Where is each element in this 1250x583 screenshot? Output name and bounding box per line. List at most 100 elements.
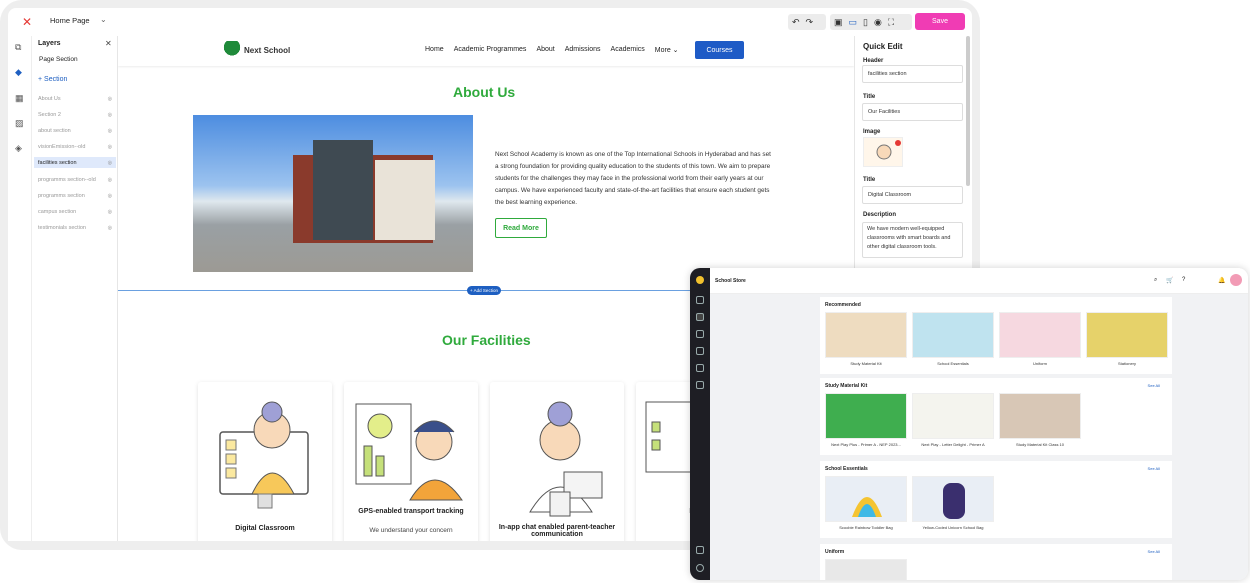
digital-classroom-illustration xyxy=(219,401,309,509)
fit-icon[interactable]: ▣ xyxy=(834,17,843,28)
product-image[interactable] xyxy=(912,476,994,522)
search-icon[interactable]: ⌕ xyxy=(1154,277,1157,284)
layer-item[interactable]: programms section--old ◎ xyxy=(34,174,116,185)
product-image[interactable] xyxy=(1086,312,1168,358)
image-icon[interactable]: ▨ xyxy=(15,118,24,129)
cart-icon[interactable]: 🛒 xyxy=(1166,277,1173,284)
about-paragraph: Next School Academy is known as one of t… xyxy=(495,151,771,206)
see-all-link[interactable]: See All xyxy=(1148,383,1160,388)
close-panel-icon[interactable]: ✕ xyxy=(105,39,112,48)
eye-icon[interactable]: ◎ xyxy=(108,177,112,183)
help-icon[interactable] xyxy=(696,564,704,572)
layer-item[interactable]: testimonials section ◎ xyxy=(34,222,116,233)
layer-item[interactable]: about section ◎ xyxy=(34,125,116,136)
nav-home[interactable]: Home xyxy=(425,46,444,54)
product-label: Study Material Kit Class 10 xyxy=(1015,442,1065,447)
facility-card[interactable]: Digital Classroom xyxy=(198,382,332,541)
product-image[interactable] xyxy=(912,393,994,439)
layer-item[interactable]: Section 2 ◎ xyxy=(34,109,116,120)
nav-academics[interactable]: Academics xyxy=(611,46,645,54)
eye-icon[interactable]: ◎ xyxy=(108,128,112,134)
facility-card-title: GPS-enabled transport tracking xyxy=(358,508,464,515)
undo-icon[interactable]: ↶ xyxy=(792,17,800,28)
courses-button[interactable]: Courses xyxy=(695,41,744,59)
mobile-icon[interactable]: ▯ xyxy=(863,17,868,28)
nav-admissions[interactable]: Admissions xyxy=(565,46,601,54)
pages-icon[interactable]: ⧉ xyxy=(15,42,21,53)
notification-icon[interactable]: 🔔 xyxy=(1218,277,1225,284)
preview-eye-icon[interactable]: ◉ xyxy=(874,17,882,28)
description-label: Description xyxy=(863,212,897,218)
bell-icon[interactable] xyxy=(696,364,704,372)
desktop-icon[interactable]: ▭ xyxy=(849,17,858,28)
eye-icon[interactable]: ◎ xyxy=(108,225,112,231)
layer-item-active[interactable]: facilities section ◎ xyxy=(34,157,116,168)
site-logo[interactable]: Next School xyxy=(223,41,290,59)
store-content: Recommended Study Material Kit School Es… xyxy=(710,294,1248,580)
title2-field[interactable]: Digital Classroom xyxy=(862,186,963,204)
theme-icon[interactable]: ◈ xyxy=(15,143,22,154)
eye-icon[interactable]: ◎ xyxy=(108,193,112,199)
unicorn-bag-image xyxy=(943,483,965,519)
title-field[interactable]: Our Facilities xyxy=(862,103,963,121)
chevron-down-icon[interactable]: ⌄ xyxy=(100,15,107,24)
header-field[interactable]: facilities section xyxy=(862,65,963,83)
search-icon[interactable] xyxy=(696,296,704,304)
layer-item[interactable]: campus section ◎ xyxy=(34,206,116,217)
product-image[interactable] xyxy=(825,559,907,580)
image-picker[interactable] xyxy=(863,137,903,167)
building-wing-shape xyxy=(375,160,435,240)
group-icon[interactable] xyxy=(696,381,704,389)
info-icon[interactable] xyxy=(696,347,704,355)
add-section-button[interactable]: + Add Section xyxy=(467,286,501,295)
store-section: Uniform See All xyxy=(820,544,1172,580)
blocks-icon[interactable]: ▦ xyxy=(15,93,24,104)
product-image[interactable] xyxy=(912,312,994,358)
facility-card[interactable]: In-app chat enabled parent-teacher commu… xyxy=(490,382,624,541)
save-button[interactable]: Save xyxy=(915,13,965,30)
description-field[interactable]: We have modern well-equipped classrooms … xyxy=(862,222,963,258)
product-image[interactable] xyxy=(825,393,907,439)
store-icon[interactable] xyxy=(696,313,704,321)
building-tower-shape xyxy=(313,140,373,240)
header-label: Header xyxy=(863,58,884,64)
see-all-link[interactable]: See All xyxy=(1148,466,1160,471)
product-image[interactable] xyxy=(999,393,1081,439)
layer-item[interactable]: programms section ◎ xyxy=(34,190,116,201)
layers-icon[interactable]: ◆ xyxy=(15,67,22,78)
layer-item[interactable]: visionEmission--old ◎ xyxy=(34,141,116,152)
product-label: Stationery xyxy=(1117,361,1136,366)
avatar[interactable] xyxy=(1230,274,1242,286)
close-icon[interactable]: ✕ xyxy=(22,15,32,29)
eye-icon[interactable]: ◎ xyxy=(108,209,112,215)
section-heading: Recommended xyxy=(825,302,861,308)
product-label: Uniform xyxy=(1032,361,1047,366)
redo-icon[interactable]: ↷ xyxy=(806,17,814,28)
section-heading: School Essentials xyxy=(825,466,868,472)
users-icon[interactable] xyxy=(696,330,704,338)
eye-icon[interactable]: ◎ xyxy=(108,160,112,166)
quick-edit-title: Quick Edit xyxy=(863,42,903,51)
product-image[interactable] xyxy=(825,312,907,358)
nav-about[interactable]: About xyxy=(536,46,554,54)
eye-icon[interactable]: ◎ xyxy=(108,96,112,102)
quick-edit-scrollbar[interactable] xyxy=(966,36,970,186)
product-image[interactable] xyxy=(825,476,907,522)
nav-more[interactable]: More ⌄ xyxy=(655,46,679,54)
cart-icon[interactable] xyxy=(696,546,704,554)
facility-card[interactable]: GPS-enabled transport tracking We unders… xyxy=(344,382,478,541)
eye-icon[interactable]: ◎ xyxy=(108,112,112,118)
product-image[interactable] xyxy=(999,312,1081,358)
help-icon[interactable]: ? xyxy=(1182,277,1185,283)
eye-icon[interactable]: ◎ xyxy=(108,144,112,150)
see-all-link[interactable]: See All xyxy=(1148,549,1160,554)
undo-redo-group: ↶ ↷ xyxy=(788,14,826,30)
image-label: Image xyxy=(863,129,881,135)
read-more-button[interactable]: Read More xyxy=(495,218,547,238)
layer-item[interactable]: About Us ◎ xyxy=(34,93,116,104)
fullscreen-icon[interactable]: ⛶ xyxy=(888,17,894,28)
add-section-layer-button[interactable]: + Section xyxy=(38,76,67,83)
page-selector[interactable]: Home Page xyxy=(50,16,90,25)
product-label: Study Material Kit xyxy=(850,361,882,366)
nav-academic-programmes[interactable]: Academic Programmes xyxy=(454,46,527,54)
